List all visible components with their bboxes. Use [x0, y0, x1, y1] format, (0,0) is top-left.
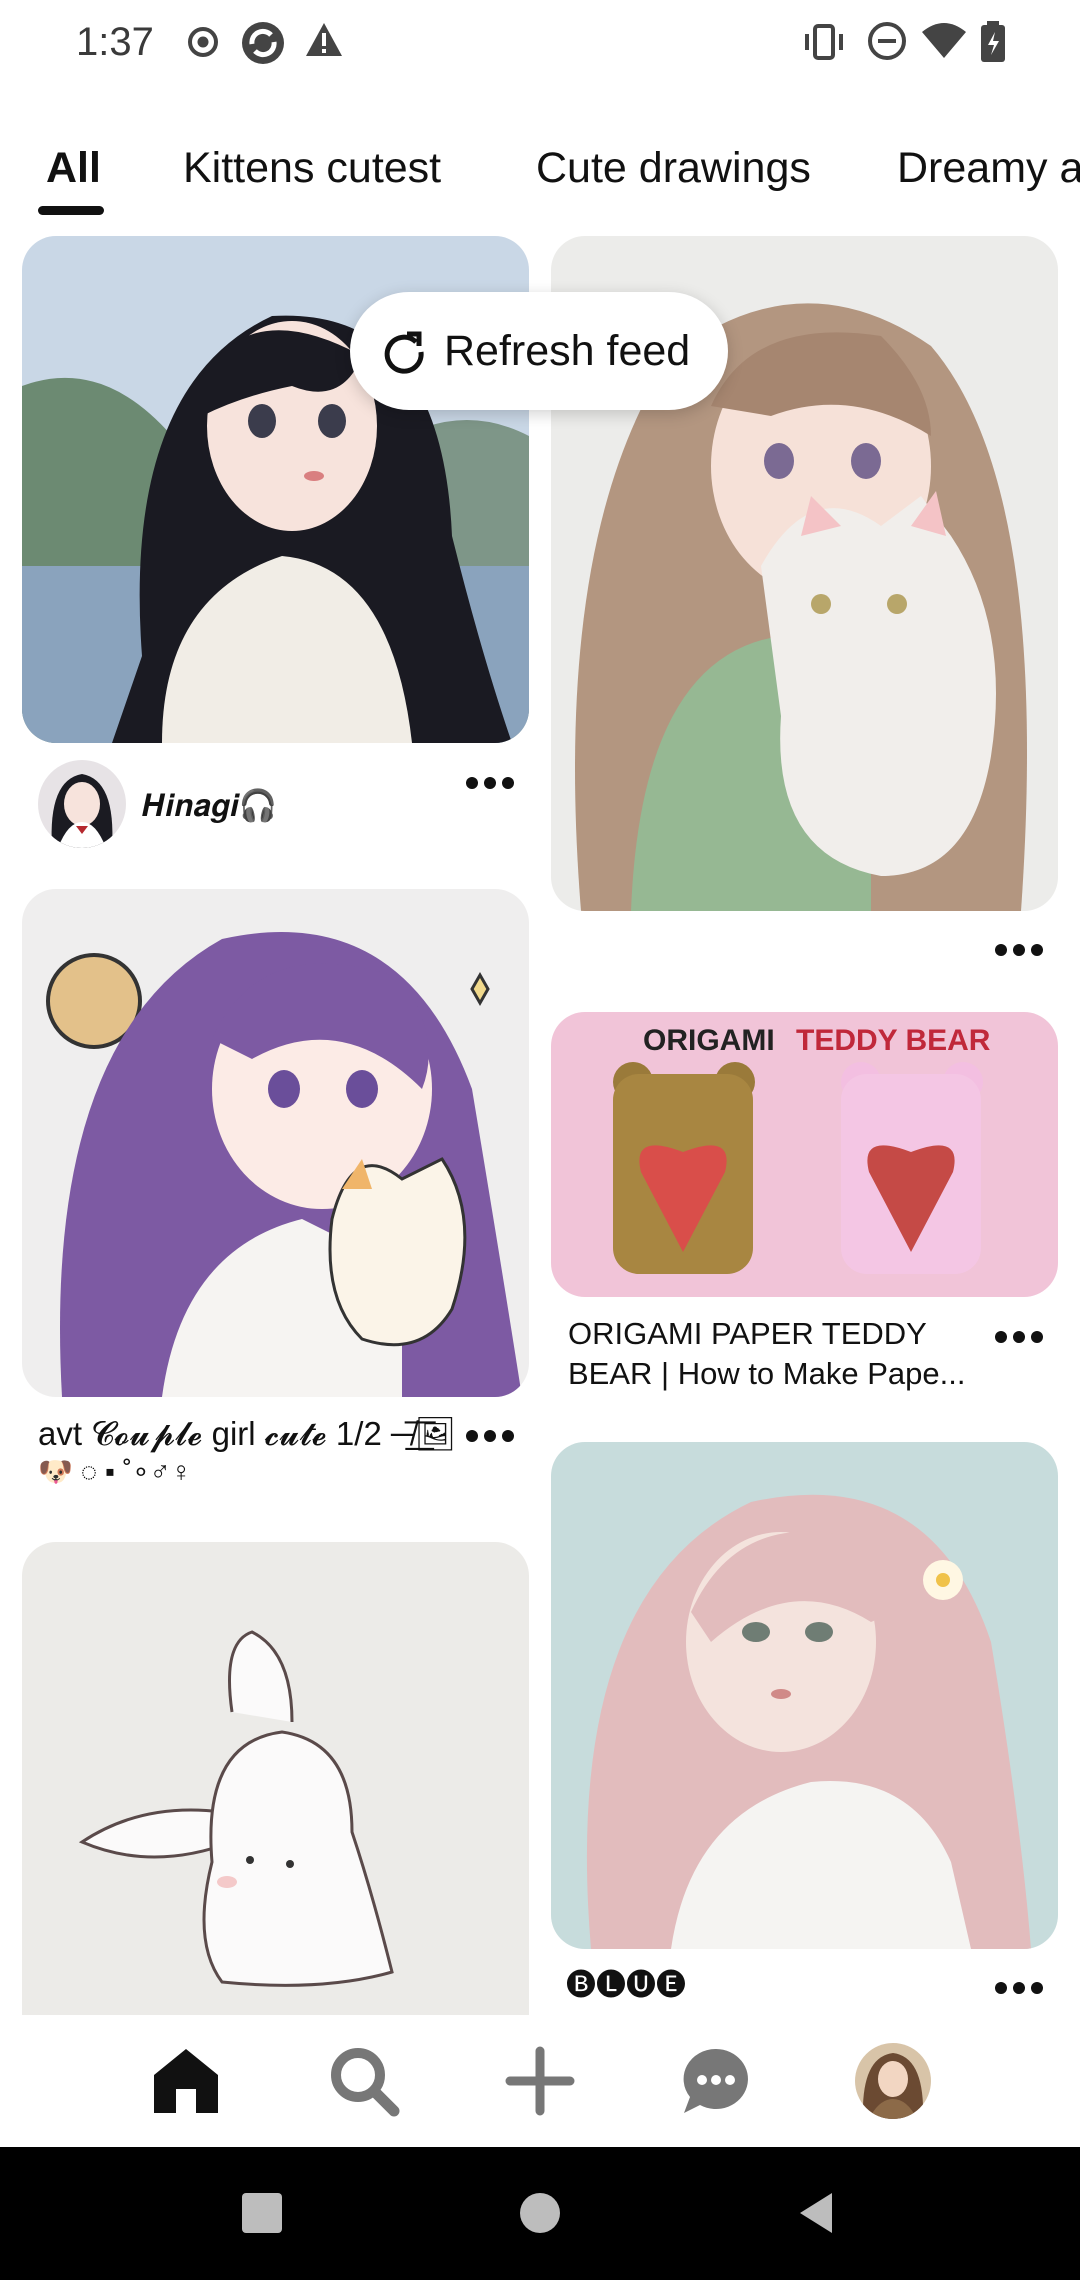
home-circle-icon[interactable]	[520, 2193, 560, 2233]
nav-messages[interactable]	[678, 2043, 754, 2119]
home-icon	[154, 2049, 218, 2113]
tab-kittens-cutest[interactable]: Kittens cutest	[183, 144, 441, 193]
pin-image-bunny-sketch[interactable]	[22, 1542, 529, 2015]
chat-icon	[683, 2048, 748, 2113]
nav-create[interactable]	[502, 2043, 578, 2119]
battery-icon	[978, 20, 1008, 69]
tab-all[interactable]: All	[46, 144, 101, 193]
refresh-feed-label: Refresh feed	[444, 327, 691, 375]
search-icon	[331, 2048, 400, 2117]
nav-profile[interactable]	[855, 2043, 931, 2119]
avatar-icon	[855, 2043, 931, 2119]
avatar[interactable]	[38, 760, 126, 848]
pin-3-caption-line-2[interactable]: 🐶 ◌ ▪ ˚∘♂♀	[38, 1452, 192, 1492]
pin-4-caption[interactable]: ORIGAMI PAPER TEDDY BEAR | How to Make P…	[568, 1314, 988, 1394]
pin-3-more-button[interactable]	[460, 1421, 520, 1451]
status-time: 1:37	[76, 20, 154, 64]
pin-6-caption[interactable]: 🅑🅛🅤🅔	[566, 1966, 686, 2006]
pin-2-more-button[interactable]	[989, 935, 1049, 965]
origami-title-left: ORIGAMI	[643, 1024, 775, 1057]
plus-icon	[505, 2046, 575, 2116]
origami-title-right: TEDDY BEAR	[796, 1024, 991, 1057]
status-bar: 1:37	[0, 0, 1080, 90]
tab-selected-indicator	[38, 206, 104, 215]
system-navigation-bar	[0, 2147, 1080, 2280]
warning-icon	[304, 20, 344, 65]
nav-home[interactable]	[148, 2043, 224, 2119]
sync-icon	[240, 20, 286, 71]
pin-4-more-button[interactable]	[989, 1322, 1049, 1352]
bottom-navigation	[0, 2015, 1080, 2147]
pin-image-origami-teddy-bear[interactable]: ORIGAMI TEDDY BEAR	[551, 1012, 1058, 1297]
do-not-disturb-icon	[866, 20, 908, 67]
record-icon	[186, 20, 220, 69]
recents-icon[interactable]	[242, 2193, 282, 2233]
pin-1-more-button[interactable]	[460, 768, 520, 798]
refresh-icon	[384, 331, 424, 374]
wifi-icon	[920, 20, 968, 67]
pin-6-more-button[interactable]	[989, 1973, 1049, 2003]
pin-image-purple-hair-girl[interactable]	[22, 889, 529, 1397]
pin-3-caption-line-1[interactable]: avt 𝓒𝓸𝓾𝓹𝓵𝓮 girl 𝓬𝓾𝓽𝓮 1/2 ─̸͟͞🖼	[38, 1414, 458, 1454]
tab-dreamy[interactable]: Dreamy a	[897, 144, 1080, 193]
tab-cute-drawings[interactable]: Cute drawings	[536, 144, 811, 193]
board-tabs: All Kittens cutest Cute drawings Dreamy …	[0, 130, 1080, 220]
pin-image-pink-hair-girl[interactable]	[551, 1442, 1058, 1949]
nav-search[interactable]	[326, 2043, 402, 2119]
refresh-feed-button[interactable]: Refresh feed	[350, 292, 728, 410]
vibrate-icon	[802, 20, 846, 69]
pin-author-name[interactable]: 𝑯𝒊𝒏𝒂𝒈𝒊🎧	[142, 787, 277, 825]
back-icon[interactable]	[796, 2191, 836, 2235]
